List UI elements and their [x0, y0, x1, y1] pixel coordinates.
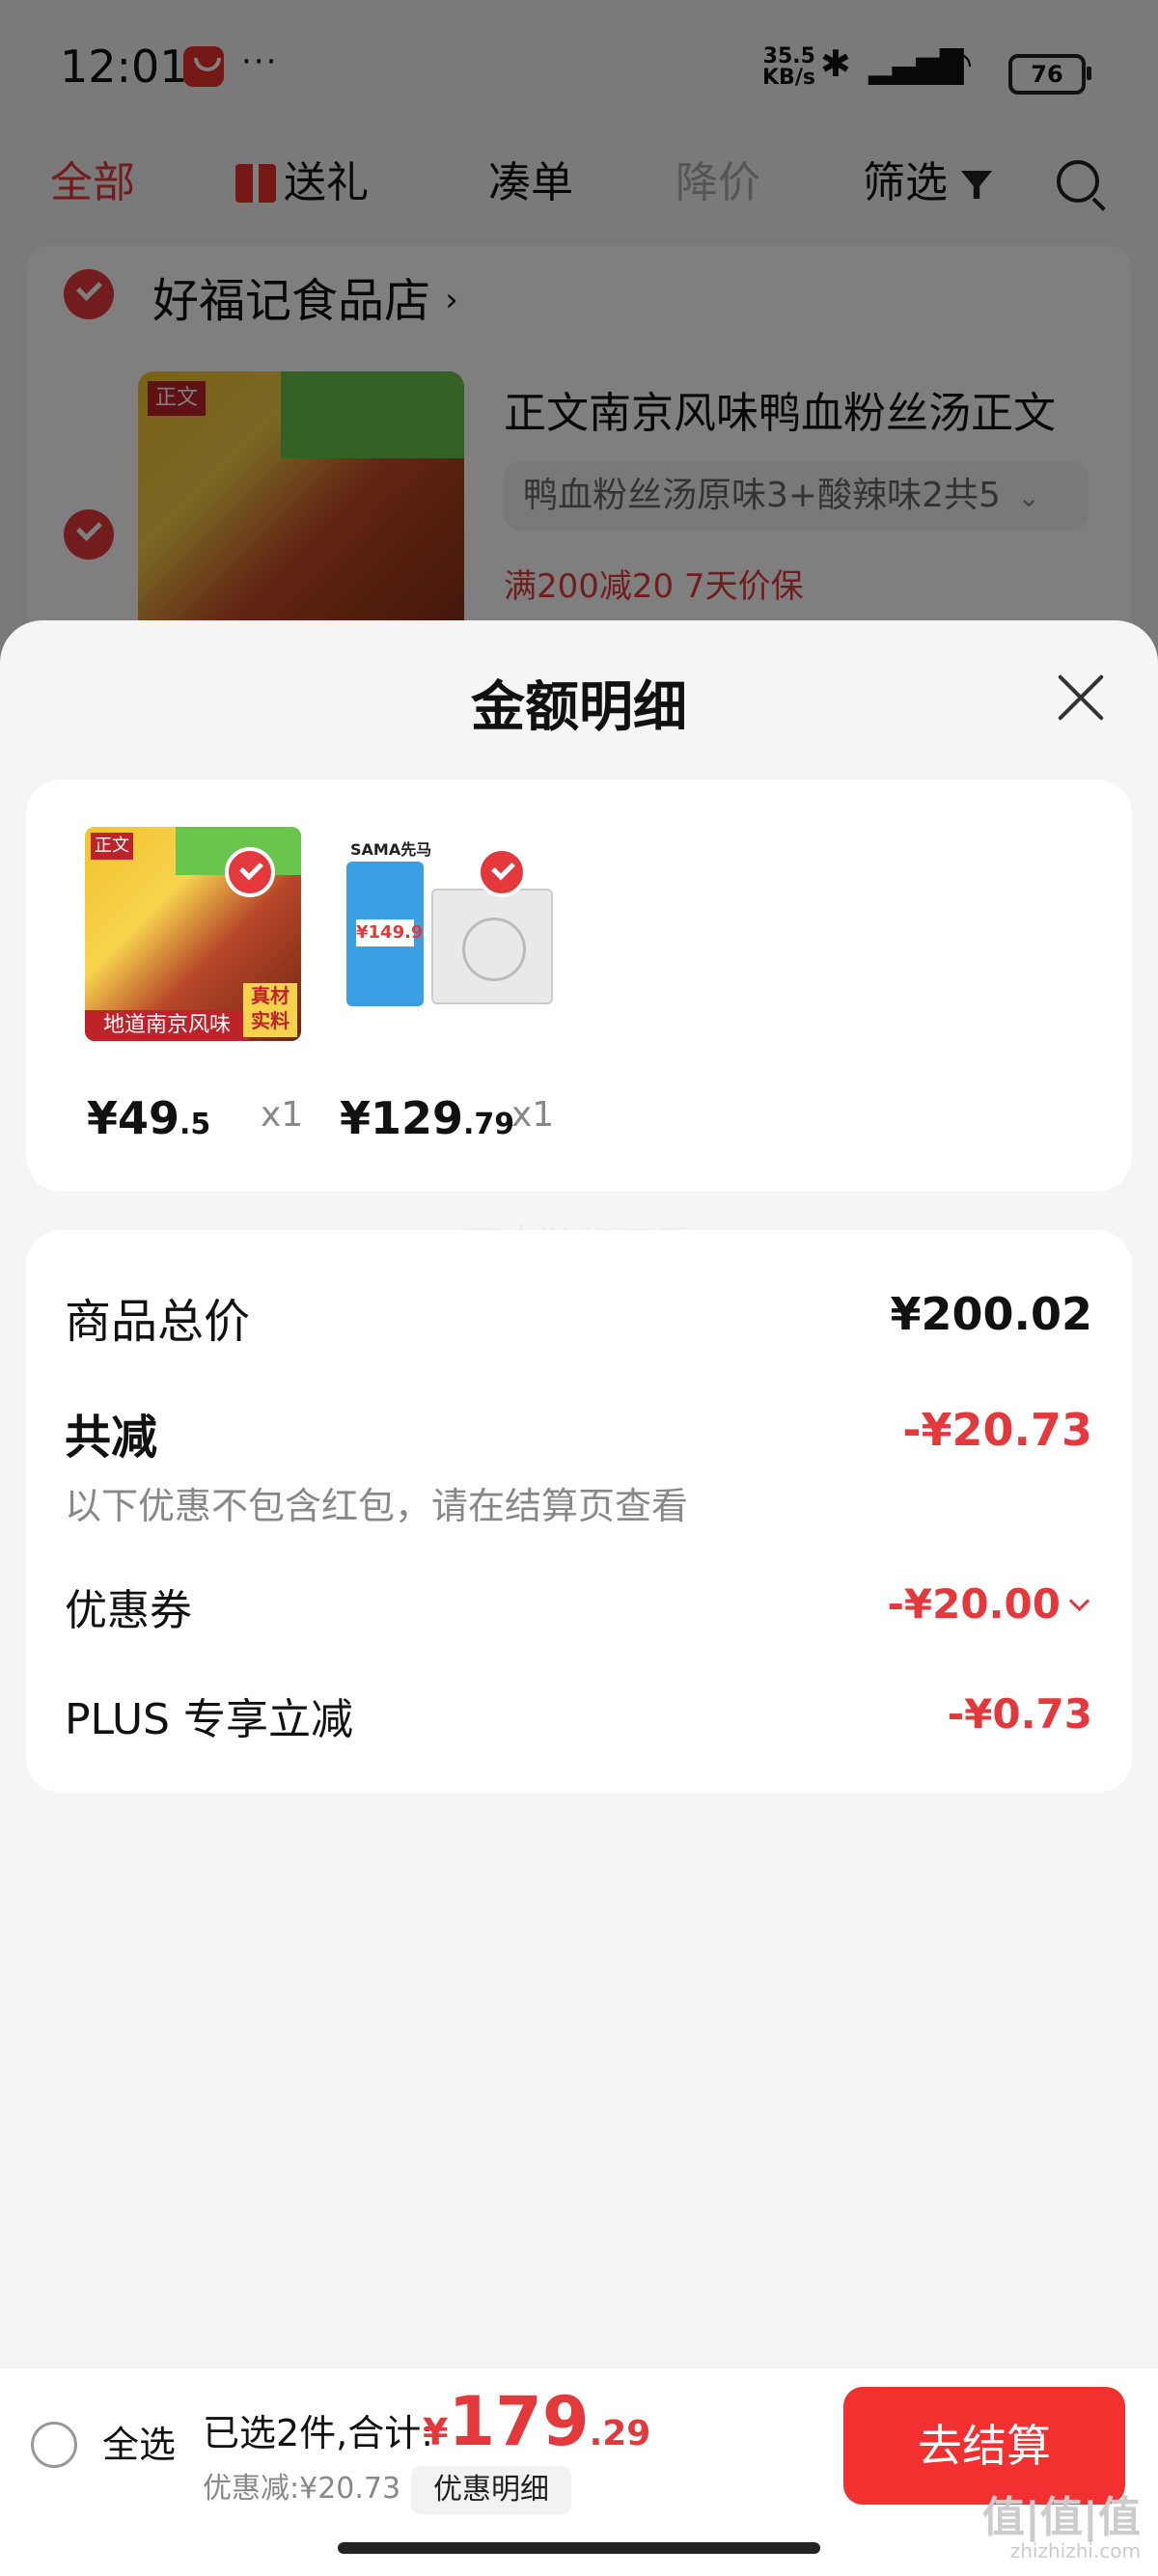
total-amount: ¥179.29 — [423, 2383, 650, 2479]
coupon-value-text: -¥20.00 — [887, 1580, 1061, 1628]
dim-overlay[interactable] — [0, 0, 1158, 675]
close-icon[interactable] — [1054, 671, 1108, 725]
plus-value: -¥0.73 — [947, 1690, 1092, 1738]
select-all-label[interactable]: 全选 — [102, 2422, 176, 2468]
reduce-note: 以下优惠不包含红包，请在结算页查看 — [65, 1485, 689, 1527]
total-label: 商品总价 — [65, 1295, 251, 1349]
coupon-label: 优惠券 — [65, 1586, 192, 1635]
image-caption: 地道南京风味 — [85, 1010, 249, 1041]
home-indicator[interactable] — [338, 2542, 820, 2554]
product-1-price: ¥49.5 — [87, 1092, 210, 1144]
select-all-radio[interactable] — [31, 2422, 77, 2468]
sheet-title: 金额明细 — [471, 676, 687, 739]
discount-text: 优惠减:¥20.73 — [203, 2472, 401, 2506]
total-currency: ¥ — [423, 2411, 449, 2453]
site-watermark-main: 值|值|值 — [981, 2493, 1141, 2542]
image-price: ¥149.9 — [356, 919, 423, 946]
reduce-label: 共减 — [65, 1411, 158, 1465]
product-1-price-int: ¥49 — [87, 1092, 180, 1144]
site-watermark-sub: zhizhizhi.com — [1009, 2539, 1141, 2562]
product-2-qty: x1 — [511, 1095, 555, 1135]
product-2-price-int: ¥129 — [340, 1092, 464, 1144]
chevron-down-icon — [1068, 1590, 1090, 1612]
total-value: ¥200.02 — [890, 1288, 1092, 1340]
cart-page-background: 12:01 ··· 35.5 KB/s ✱ ▂▄▆█ ◠ 76 全部 送礼 凑单… — [0, 0, 1158, 690]
checkout-button[interactable]: 去结算 — [843, 2387, 1125, 2505]
total-dec: .29 — [589, 2414, 651, 2453]
reduce-value: -¥20.73 — [902, 1404, 1092, 1456]
product-1-qty: x1 — [261, 1095, 304, 1135]
product-1-check-icon — [225, 847, 275, 897]
plus-label: PLUS 专享立减 — [65, 1695, 353, 1744]
site-watermark: 值|值|值 zhizhizhi.com — [982, 2497, 1141, 2563]
product-image-2: SAMA先马 ¥149.9 — [343, 827, 559, 1041]
product-1-price-dec: .5 — [179, 1108, 211, 1141]
coupon-value[interactable]: -¥20.00 — [887, 1580, 1090, 1628]
power-supply-picture — [431, 889, 553, 1004]
image-brand-logo: SAMA先马 — [350, 840, 432, 859]
product-2-price: ¥129.79 — [340, 1092, 514, 1144]
selected-count: 已选2件,合计: — [203, 2412, 434, 2454]
product-2-check-icon — [477, 847, 527, 897]
total-int: 179 — [448, 2382, 590, 2461]
image-badge: 真材实料 — [243, 983, 297, 1037]
image-brand-logo: 正文 — [91, 833, 133, 860]
product-2-price-dec: .79 — [463, 1108, 515, 1141]
image-promo-panel: ¥149.9 — [346, 862, 424, 1006]
price-detail-button[interactable]: 优惠明细 — [411, 2466, 571, 2514]
